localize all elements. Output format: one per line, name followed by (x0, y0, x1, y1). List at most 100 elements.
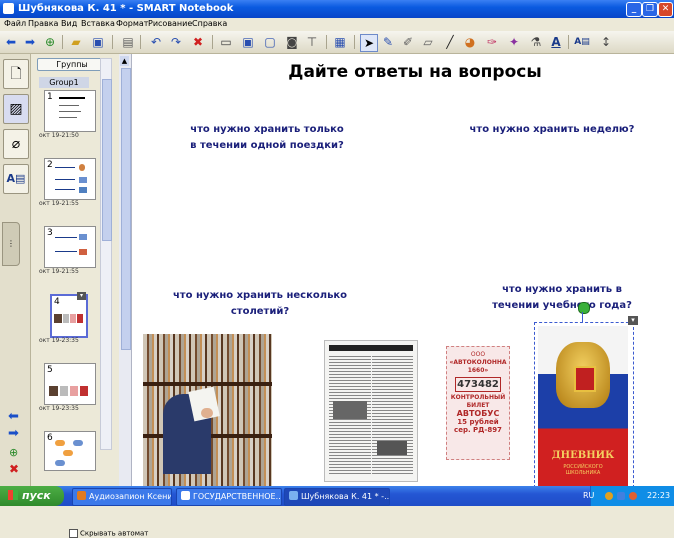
task-label: Аудиозапион Ксени... (89, 492, 172, 501)
task-notebook[interactable]: Шубнякова К. 41 * -... (284, 488, 390, 506)
scroll-up-icon[interactable]: ▲ (120, 56, 129, 66)
thumbnail-number: 5 (47, 365, 53, 375)
properties-icon[interactable]: A▤ (574, 34, 590, 50)
canvas-scroll-thumb[interactable] (121, 68, 131, 350)
menu-insert[interactable]: Вставка (81, 19, 115, 28)
attachments-tab-icon[interactable]: ⌀ (3, 129, 29, 159)
menu-draw[interactable]: Рисование (148, 19, 192, 28)
capture-icon[interactable]: ◙ (284, 34, 300, 50)
eraser-icon[interactable]: ▱ (420, 34, 436, 50)
magic-pen-icon[interactable]: ✑ (484, 34, 500, 50)
start-button[interactable]: пуск (0, 486, 64, 506)
minimize-button[interactable]: _ (626, 2, 642, 17)
gallery-tab-icon[interactable]: ▨ (3, 94, 29, 124)
creative-pen-icon[interactable]: ✐ (400, 34, 416, 50)
menu-file[interactable]: Файл (4, 19, 26, 28)
diary-title: ДНЕВНИК (551, 450, 615, 461)
thumbnail-number: 6 (47, 433, 53, 443)
question-school-year[interactable]: что нужно хранить в течении учебного год… (472, 282, 652, 314)
menu-edit[interactable]: Правка (28, 19, 58, 28)
task-document[interactable]: ГОСУДАРСТВЕННОЕ... (176, 488, 282, 506)
question-one-week[interactable]: что нужно хранить неделю? (452, 122, 652, 138)
archive-shelves-image[interactable] (143, 334, 272, 486)
paste-icon[interactable]: ▤ (120, 34, 136, 50)
save-icon[interactable]: ▣ (90, 34, 106, 50)
full-screen-icon[interactable]: ▣ (240, 34, 256, 50)
delete-page-icon[interactable]: ✖ (9, 462, 19, 476)
delete-icon[interactable]: ✖ (190, 34, 206, 50)
ticket-price: 15 рублей (457, 418, 499, 426)
question-centuries[interactable]: что нужно хранить несколько столетий? (160, 288, 360, 320)
groups-button[interactable]: Группы (37, 58, 107, 71)
maximize-button[interactable]: ❐ (642, 2, 658, 17)
add-page-icon[interactable]: ⊕ (42, 34, 58, 50)
redo-icon[interactable]: ↷ (168, 34, 184, 50)
fill-icon[interactable]: ✦ (506, 34, 522, 50)
collapse-handle[interactable]: ⋮ (2, 222, 20, 266)
undo-icon[interactable]: ↶ (148, 34, 164, 50)
language-indicator[interactable]: RU (583, 486, 594, 506)
table-icon[interactable]: ▦ (332, 34, 348, 50)
bus-ticket-image[interactable]: ООО «АВТОКОЛОННА 1660» 473482 КОНТРОЛЬНЫ… (446, 346, 510, 460)
clock[interactable]: 22:23 (647, 486, 670, 506)
select-pointer-icon[interactable]: ➤ (360, 34, 378, 52)
document-camera-icon[interactable]: ⊤ (304, 34, 320, 50)
move-toolbar-icon[interactable]: ↕ (598, 34, 614, 50)
task-audio[interactable]: Аудиозапион Ксени... (72, 488, 172, 506)
thumbnail-number: 2 (47, 160, 53, 170)
menu-help[interactable]: Справка (192, 19, 227, 28)
thumbnail-time: окт 19-21:50 (39, 132, 79, 139)
object-menu-icon[interactable]: ▾ (628, 316, 638, 325)
shapes-icon[interactable]: ◕ (462, 34, 478, 50)
color-picker-icon[interactable]: ⚗ (528, 34, 544, 50)
page-thumbnail-1[interactable]: 1 (44, 90, 96, 132)
screen-shade-icon[interactable]: ▭ (218, 34, 234, 50)
prev-page-icon[interactable]: ⬅ (8, 409, 19, 424)
page-title[interactable]: Дайте ответы на вопросы (270, 62, 560, 82)
open-folder-icon[interactable]: ▰ (68, 34, 84, 50)
windows-logo-icon (8, 490, 18, 500)
ticket-company-line2: «АВТОКОЛОННА 1660» (449, 359, 507, 374)
rotate-handle-icon[interactable] (578, 302, 590, 314)
start-label: пуск (22, 489, 51, 502)
page-thumbnail-4[interactable]: 4 (50, 294, 88, 338)
page-thumbnail-3[interactable]: 3 (44, 226, 96, 268)
page-thumbnail-2[interactable]: 2 (44, 158, 96, 200)
menu-view[interactable]: Вид (61, 19, 77, 28)
ticket-number: 473482 (455, 377, 501, 392)
tray-icon[interactable] (605, 492, 613, 500)
network-icon[interactable] (617, 492, 625, 500)
page-canvas[interactable]: Дайте ответы на вопросы что нужно хранит… (132, 54, 674, 486)
sorter-scroll-thumb[interactable] (102, 79, 112, 241)
ticket-line3: КОНТРОЛЬНЫЙ (450, 394, 506, 401)
question-one-trip[interactable]: что нужно хранить только в течении одной… (172, 122, 362, 154)
pen-icon[interactable]: ✎ (380, 34, 396, 50)
thumbnail-time: окт 19-23:35 (39, 405, 79, 412)
page-thumbnail-6[interactable]: 6 (44, 431, 96, 471)
page-thumbnail-5[interactable]: 5 (44, 363, 96, 405)
rotate-handle-line (582, 312, 583, 322)
back-arrow-icon[interactable]: ⬅ (3, 34, 19, 50)
update-icon[interactable] (629, 492, 637, 500)
sorter-scrollbar[interactable] (100, 58, 112, 450)
close-button[interactable]: ✕ (658, 2, 673, 17)
canvas-scrollbar[interactable]: ▲ (119, 54, 132, 486)
properties-tab-icon[interactable]: A▤ (3, 164, 29, 194)
side-tabs: 🗋 ▨ ⌀ A▤ ⋮ ⬅ ➡ ⊕ ✖ (0, 54, 31, 486)
thumbnail-number: 1 (47, 92, 53, 102)
menu-bar: Файл Правка Вид Вставка Формат Рисование… (0, 18, 674, 31)
forward-arrow-icon[interactable]: ➡ (22, 34, 38, 50)
dual-display-icon[interactable]: ▢ (262, 34, 278, 50)
thumbnail-menu-icon[interactable]: ▾ (77, 292, 86, 300)
thumbnail-time: окт 19-21:55 (39, 268, 79, 275)
next-page-icon[interactable]: ➡ (8, 426, 19, 441)
newspaper-image[interactable] (324, 340, 418, 482)
line-icon[interactable]: ╱ (442, 34, 458, 50)
text-icon[interactable]: A (548, 34, 564, 50)
diary-cover-image[interactable]: ДНЕВНИК РОССИЙСКОГО ШКОЛЬНИКА (538, 326, 628, 486)
menu-format[interactable]: Формат (116, 19, 148, 28)
add-page-side-icon[interactable]: ⊕ (9, 446, 18, 459)
ticket-line5: АВТОБУС (456, 409, 500, 418)
page-sorter-tab-icon[interactable]: 🗋 (3, 59, 29, 89)
auto-hide-checkbox[interactable]: Скрывать автомат (69, 529, 148, 538)
